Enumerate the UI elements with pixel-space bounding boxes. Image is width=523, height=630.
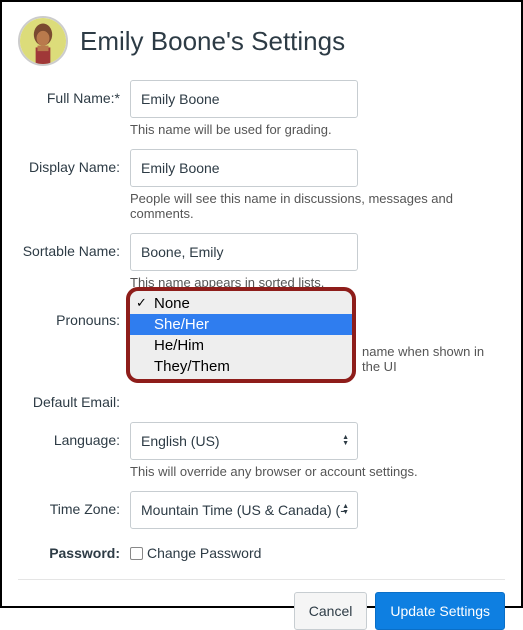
language-value: English (US)	[141, 433, 220, 449]
row-full-name: Full Name:* Emily Boone This name will b…	[18, 80, 505, 143]
page-title: Emily Boone's Settings	[80, 26, 345, 57]
check-icon: ✓	[136, 295, 147, 311]
select-arrows-icon: ▲▼	[342, 504, 349, 516]
sortable-name-value: Boone, Emily	[141, 244, 223, 260]
label-pronouns: Pronouns:	[18, 302, 130, 328]
full-name-hint: This name will be used for grading.	[130, 122, 505, 137]
change-password-label: Change Password	[147, 545, 261, 561]
language-hint: This will override any browser or accoun…	[130, 464, 505, 479]
row-password: Password: Change Password	[18, 535, 505, 561]
change-password-checkbox[interactable]	[130, 547, 143, 560]
display-name-value: Emily Boone	[141, 160, 220, 176]
row-display-name: Display Name: Emily Boone People will se…	[18, 149, 505, 227]
pronouns-option-none[interactable]: ✓ None	[130, 293, 352, 314]
label-time-zone: Time Zone:	[18, 491, 130, 517]
label-language: Language:	[18, 422, 130, 448]
pronouns-dropdown[interactable]: ✓ None She/Her He/Him They/Them	[126, 287, 356, 383]
sortable-name-input[interactable]: Boone, Emily	[130, 233, 358, 271]
row-default-email: Default Email:	[18, 386, 505, 416]
full-name-value: Emily Boone	[141, 91, 220, 107]
label-default-email: Default Email:	[18, 386, 130, 410]
language-select[interactable]: English (US) ▲▼	[130, 422, 358, 460]
cancel-button[interactable]: Cancel	[294, 592, 368, 630]
pronouns-option-he-him[interactable]: He/Him	[130, 335, 352, 356]
footer: Cancel Update Settings	[18, 592, 505, 630]
pronouns-option-they-them[interactable]: They/Them	[130, 356, 352, 377]
pronouns-option-she-her[interactable]: She/Her	[130, 314, 352, 335]
label-password: Password:	[18, 535, 130, 561]
option-label: They/Them	[154, 358, 230, 375]
label-display-name: Display Name:	[18, 149, 130, 175]
settings-header: Emily Boone's Settings	[18, 16, 505, 66]
time-zone-select[interactable]: Mountain Time (US & Canada) (- ▲▼	[130, 491, 358, 529]
row-language: Language: English (US) ▲▼ This will over…	[18, 422, 505, 485]
label-full-name: Full Name:*	[18, 80, 130, 106]
update-settings-button[interactable]: Update Settings	[375, 592, 505, 630]
option-label: She/Her	[154, 316, 209, 333]
update-label: Update Settings	[390, 603, 490, 619]
full-name-input[interactable]: Emily Boone	[130, 80, 358, 118]
display-name-input[interactable]: Emily Boone	[130, 149, 358, 187]
row-time-zone: Time Zone: Mountain Time (US & Canada) (…	[18, 491, 505, 529]
separator	[18, 579, 505, 580]
cancel-label: Cancel	[309, 603, 353, 619]
select-arrows-icon: ▲▼	[342, 435, 349, 447]
option-label: He/Him	[154, 337, 204, 354]
option-label: None	[154, 295, 190, 312]
time-zone-value: Mountain Time (US & Canada) (-	[141, 502, 345, 518]
avatar[interactable]	[18, 16, 68, 66]
label-sortable-name: Sortable Name:	[18, 233, 130, 259]
display-name-hint: People will see this name in discussions…	[130, 191, 505, 221]
